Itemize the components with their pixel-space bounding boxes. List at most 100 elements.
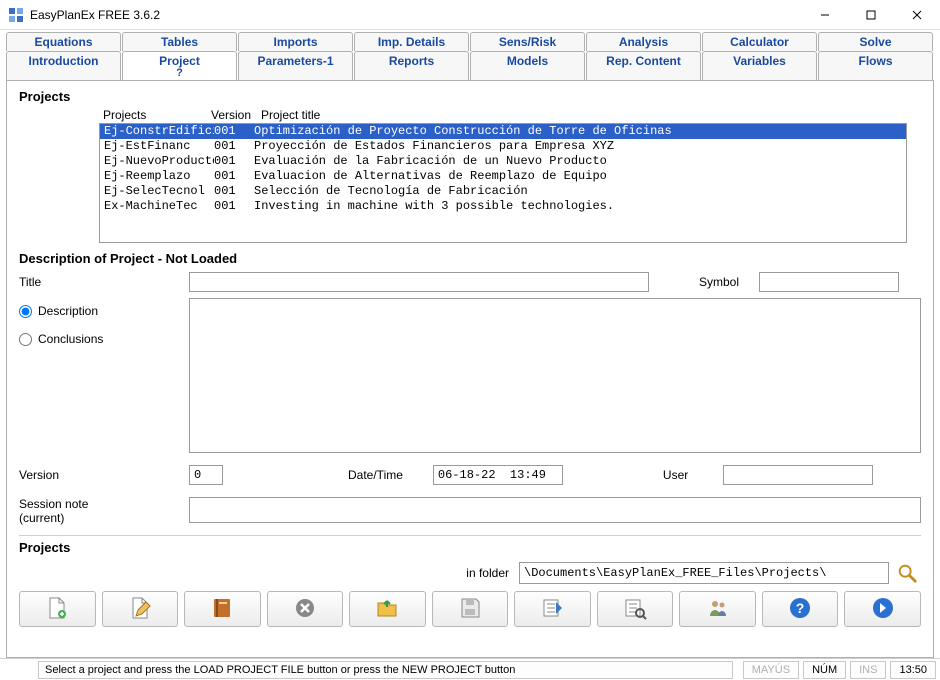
- project-title: Evaluacion de Alternativas de Reemplazo …: [254, 169, 902, 184]
- book-icon: [210, 596, 234, 623]
- tab-introduction[interactable]: Introduction: [6, 51, 121, 80]
- radio-description[interactable]: Description: [19, 304, 189, 318]
- session-note-input[interactable]: [189, 497, 921, 523]
- book-button[interactable]: [184, 591, 261, 627]
- project-version: 001: [214, 199, 254, 214]
- next-arrow-icon: [871, 596, 895, 623]
- browse-folder-button[interactable]: [893, 561, 921, 585]
- header-projects: Projects: [103, 108, 211, 122]
- tab-equations[interactable]: Equations: [6, 32, 121, 51]
- projects-list-headers: Projects Version Project title: [99, 108, 907, 123]
- symbol-label: Symbol: [699, 275, 759, 289]
- project-name: Ej-ConstrEdificio: [104, 124, 214, 139]
- header-project-title: Project title: [261, 108, 907, 122]
- tab-calculator[interactable]: Calculator: [702, 32, 817, 51]
- description-textarea[interactable]: [189, 298, 921, 453]
- minimize-button[interactable]: [802, 0, 848, 30]
- project-row[interactable]: Ej-NuevoProducto 001Evaluación de la Fab…: [100, 154, 906, 169]
- save-icon: [458, 596, 482, 623]
- title-label: Title: [19, 275, 189, 289]
- svg-text:?: ?: [796, 600, 805, 616]
- find-spreadsheet-icon: [623, 596, 647, 623]
- user-input[interactable]: [723, 465, 873, 485]
- radio-conclusions-input[interactable]: [19, 333, 32, 346]
- project-row[interactable]: Ej-SelecTecnol 001Selección de Tecnologí…: [100, 184, 906, 199]
- version-input[interactable]: [189, 465, 223, 485]
- project-version: 001: [214, 154, 254, 169]
- status-mayus: MAYÚS: [743, 661, 799, 679]
- tab-models[interactable]: Models: [470, 51, 585, 80]
- users-icon: [706, 596, 730, 623]
- symbol-input[interactable]: [759, 272, 899, 292]
- project-title: Optimización de Proyecto Construcción de…: [254, 124, 902, 139]
- maximize-button[interactable]: [848, 0, 894, 30]
- project-version: 001: [214, 169, 254, 184]
- project-name: Ex-MachineTec: [104, 199, 214, 214]
- open-folder-button[interactable]: [349, 591, 426, 627]
- next-arrow-button[interactable]: [844, 591, 921, 627]
- app-icon: [8, 7, 24, 23]
- project-row[interactable]: Ej-EstFinanc 001Proyección de Estados Fi…: [100, 139, 906, 154]
- folder-label: in folder: [466, 566, 509, 580]
- datetime-label: Date/Time: [348, 468, 403, 482]
- new-document-button[interactable]: [19, 591, 96, 627]
- radio-conclusions-label: Conclusions: [38, 332, 103, 346]
- title-input[interactable]: [189, 272, 649, 292]
- tab-sens-risk[interactable]: Sens/Risk: [470, 32, 585, 51]
- tab-flows[interactable]: Flows: [818, 51, 933, 80]
- cancel-icon: [293, 596, 317, 623]
- find-spreadsheet-button[interactable]: [597, 591, 674, 627]
- project-version: 001: [214, 184, 254, 199]
- tab-analysis[interactable]: Analysis: [586, 32, 701, 51]
- datetime-input[interactable]: [433, 465, 563, 485]
- cancel-button[interactable]: [267, 591, 344, 627]
- project-name: Ej-NuevoProducto: [104, 154, 214, 169]
- help-icon: ?: [788, 596, 812, 623]
- header-version: Version: [211, 108, 261, 122]
- save-button[interactable]: [432, 591, 509, 627]
- projects-folder-title: Projects: [19, 540, 921, 555]
- titlebar: EasyPlanEx FREE 3.6.2: [0, 0, 940, 30]
- project-title: Investing in machine with 3 possible tec…: [254, 199, 902, 214]
- folder-path-input[interactable]: [519, 562, 889, 584]
- project-row[interactable]: Ej-ConstrEdificio 001Optimización de Pro…: [100, 124, 906, 139]
- tab-tables[interactable]: Tables: [122, 32, 237, 51]
- edit-document-icon: [128, 596, 152, 623]
- tab-variables[interactable]: Variables: [702, 51, 817, 80]
- export-spreadsheet-button[interactable]: [514, 591, 591, 627]
- projects-listbox[interactable]: Ej-ConstrEdificio 001Optimización de Pro…: [99, 123, 907, 243]
- bottom-toolbar: ?: [19, 591, 921, 627]
- help-button[interactable]: ?: [762, 591, 839, 627]
- tab-imports[interactable]: Imports: [238, 32, 353, 51]
- tab-imp-details[interactable]: Imp. Details: [354, 32, 469, 51]
- project-row[interactable]: Ex-MachineTec 001Investing in machine wi…: [100, 199, 906, 214]
- user-label: User: [663, 468, 723, 482]
- radio-conclusions[interactable]: Conclusions: [19, 332, 189, 346]
- status-time: 13:50: [890, 661, 936, 679]
- users-button[interactable]: [679, 591, 756, 627]
- project-title: Proyección de Estados Financieros para E…: [254, 139, 902, 154]
- tab-reports[interactable]: Reports: [354, 51, 469, 80]
- tab-subline: ?: [127, 68, 232, 78]
- project-title: Evaluación de la Fabricación de un Nuevo…: [254, 154, 902, 169]
- project-version: 001: [214, 139, 254, 154]
- project-version: 001: [214, 124, 254, 139]
- project-row[interactable]: Ej-Reemplazo 001Evaluacion de Alternativ…: [100, 169, 906, 184]
- edit-document-button[interactable]: [102, 591, 179, 627]
- session-current-label: (current): [19, 511, 64, 525]
- session-note-label: Session note: [19, 497, 88, 511]
- tab-rep-content[interactable]: Rep. Content: [586, 51, 701, 80]
- open-folder-icon: [375, 596, 399, 623]
- project-name: Ej-Reemplazo: [104, 169, 214, 184]
- project-name: Ej-SelecTecnol: [104, 184, 214, 199]
- tab-solve[interactable]: Solve: [818, 32, 933, 51]
- close-button[interactable]: [894, 0, 940, 30]
- status-ins: INS: [850, 661, 886, 679]
- search-icon: [896, 562, 918, 584]
- radio-description-label: Description: [38, 304, 98, 318]
- radio-description-input[interactable]: [19, 305, 32, 318]
- content-panel: Projects Projects Version Project title …: [6, 80, 934, 658]
- statusbar: Select a project and press the LOAD PROJ…: [0, 658, 940, 680]
- tab-project[interactable]: Project?: [122, 51, 237, 80]
- tab-parameters-1[interactable]: Parameters-1: [238, 51, 353, 80]
